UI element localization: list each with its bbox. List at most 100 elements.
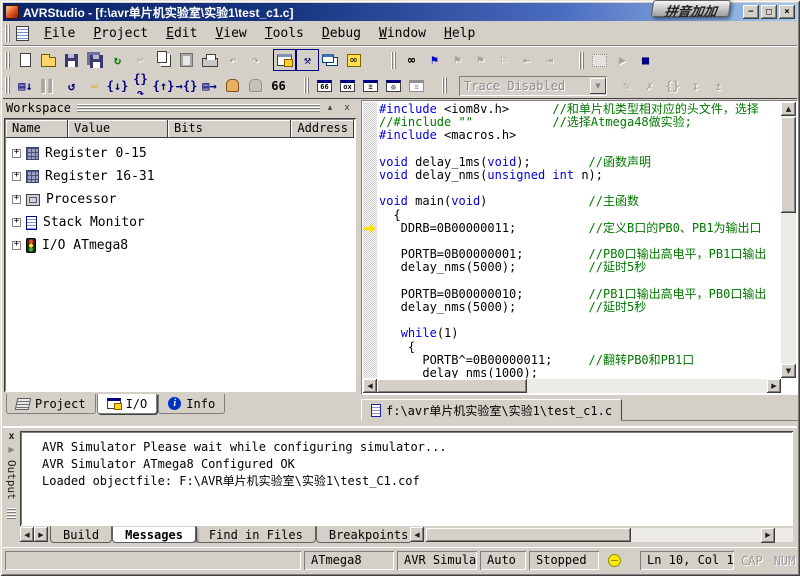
trace-braces-button[interactable]: {} xyxy=(661,75,684,97)
hscroll-thumb[interactable] xyxy=(426,528,631,542)
workspace-toggle-button[interactable] xyxy=(273,49,296,71)
scroll-left-icon[interactable]: ◀ xyxy=(363,379,377,393)
register-window-button[interactable]: ox xyxy=(336,75,359,97)
show-next-statement-button[interactable]: ▤→ xyxy=(198,75,221,97)
restore-button[interactable]: □ xyxy=(761,5,777,19)
scroll-right-icon[interactable]: ▶ xyxy=(767,379,781,393)
tab-scroll-right-icon[interactable]: ▶ xyxy=(34,527,48,542)
output-hscrollbar[interactable]: ▶ xyxy=(426,528,793,542)
stop-button[interactable]: ■ xyxy=(634,49,657,71)
open-file-button[interactable] xyxy=(37,49,60,71)
tree-item-register-16-31[interactable]: Register 16-31 xyxy=(12,165,354,188)
tree-item-register-0-15[interactable]: Register 0-15 xyxy=(12,142,354,165)
step-out-button[interactable]: {↑} xyxy=(152,75,175,97)
menu-help[interactable]: Help xyxy=(435,23,484,44)
menu-project[interactable]: Project xyxy=(84,23,157,44)
column-bits[interactable]: Bits xyxy=(168,120,291,138)
trace-mode-dropdown[interactable]: Trace Disabled ▼ xyxy=(459,76,607,96)
cut-button[interactable]: ✂ xyxy=(129,49,152,71)
redo-button[interactable]: ↷ xyxy=(244,49,267,71)
clear-bookmarks-button[interactable]: ⚐ xyxy=(492,49,515,71)
expand-icon[interactable] xyxy=(12,172,21,181)
cascade-windows-button[interactable] xyxy=(319,49,342,71)
outdent-button[interactable]: ⇤ xyxy=(515,49,538,71)
close-panel-button[interactable]: x xyxy=(340,102,354,115)
undo-button[interactable]: ↶ xyxy=(221,49,244,71)
menu-window[interactable]: Window xyxy=(370,23,435,44)
close-button[interactable]: × xyxy=(779,5,795,19)
step-into-button[interactable]: {↓} xyxy=(106,75,129,97)
watch-window-button[interactable]: 66 xyxy=(313,75,336,97)
save-all-button[interactable] xyxy=(83,49,106,71)
break-button[interactable] xyxy=(221,75,244,97)
expand-icon[interactable] xyxy=(12,149,21,158)
menu-view[interactable]: View xyxy=(206,23,255,44)
tree-item-io-atmega8[interactable]: I/O ATmega8 xyxy=(12,234,354,257)
trace-down-button[interactable]: ↧ xyxy=(684,75,707,97)
toolbar-grip[interactable] xyxy=(5,77,10,94)
break-all-button[interactable] xyxy=(244,75,267,97)
reset-button[interactable]: ↺ xyxy=(60,75,83,97)
paste-button[interactable] xyxy=(175,49,198,71)
column-value[interactable]: Value xyxy=(68,120,168,138)
tree-item-stack-monitor[interactable]: Stack Monitor xyxy=(12,211,354,234)
toolbar-grip[interactable] xyxy=(579,52,584,69)
copy-button[interactable] xyxy=(152,49,175,71)
run-button[interactable]: ▶ xyxy=(611,49,634,71)
close-output-button[interactable]: x xyxy=(5,430,18,443)
tab-info[interactable]: i Info xyxy=(158,394,225,414)
expand-icon[interactable] xyxy=(12,241,21,250)
pause-button[interactable]: ▌▌ xyxy=(37,75,60,97)
scroll-up-icon[interactable]: ▲ xyxy=(781,102,796,116)
code-area[interactable]: #include <iom8v.h> //和单片机类型相对应的头文件，选择//#… xyxy=(379,103,781,378)
indent-button[interactable]: ⇥ xyxy=(538,49,561,71)
menu-tools[interactable]: Tools xyxy=(256,23,313,44)
toolbar-grip[interactable] xyxy=(391,52,396,69)
tab-find-in-files[interactable]: Find in Files xyxy=(196,526,316,543)
quickwatch-button[interactable]: 66 xyxy=(267,75,290,97)
expand-icon[interactable] xyxy=(12,218,21,227)
toolbar-grip[interactable] xyxy=(304,77,309,94)
build-button[interactable]: ⚒ xyxy=(296,49,319,71)
tree-item-processor[interactable]: Processor xyxy=(12,188,354,211)
print-button[interactable] xyxy=(198,49,221,71)
collapse-panel-button[interactable]: ▴ xyxy=(323,102,337,115)
scroll-right-icon[interactable]: ▶ xyxy=(761,528,775,543)
run-to-cursor-button[interactable]: →{} xyxy=(175,75,198,97)
menu-file[interactable]: File xyxy=(35,23,84,44)
disassembler-window-button[interactable]: ◎ xyxy=(382,75,405,97)
menubar-grip[interactable] xyxy=(5,25,10,42)
step-button[interactable]: ⇨ xyxy=(83,75,106,97)
save-button[interactable] xyxy=(60,49,83,71)
editor-hscrollbar[interactable]: ◀ ▶ xyxy=(363,379,781,393)
workspace-grip[interactable] xyxy=(77,104,320,113)
find-button[interactable]: ∞ xyxy=(400,49,423,71)
tab-messages[interactable]: Messages xyxy=(112,526,196,543)
reload-button[interactable]: ↻ xyxy=(106,49,129,71)
new-file-button[interactable] xyxy=(14,49,37,71)
output-window-button[interactable]: ≡ xyxy=(405,75,428,97)
minimize-button[interactable]: − xyxy=(743,5,759,19)
trace-up-button[interactable]: ↥ xyxy=(707,75,730,97)
tab-breakpoints[interactable]: Breakpoints xyxy=(316,526,410,543)
output-grip[interactable] xyxy=(7,508,16,520)
toolbar-grip[interactable] xyxy=(442,77,447,94)
file-tab[interactable]: f:\avr单片机实验室\实验1\test_c1.c xyxy=(361,399,622,421)
editor-vscrollbar[interactable]: ▲ ▼ xyxy=(781,102,796,378)
next-bookmark-button[interactable]: ⚑ xyxy=(446,49,469,71)
toggle-bookmark-button[interactable]: ⚑ xyxy=(423,49,446,71)
find-in-files-button[interactable]: ∞ xyxy=(342,49,365,71)
toolbar-grip[interactable] xyxy=(5,52,10,69)
trace-add-button[interactable]: ✎ xyxy=(615,75,638,97)
trace-window-button[interactable] xyxy=(588,49,611,71)
hscroll-thumb[interactable] xyxy=(377,379,527,393)
expand-icon[interactable] xyxy=(12,195,21,204)
scroll-down-icon[interactable]: ▼ xyxy=(781,364,796,378)
tab-io[interactable]: I/O xyxy=(97,394,158,414)
column-address[interactable]: Address xyxy=(291,120,354,138)
tab-scroll-left-icon[interactable]: ◀ xyxy=(20,527,34,542)
tab-project[interactable]: Project xyxy=(6,394,96,414)
auto-step-button[interactable]: ▤↓ xyxy=(14,75,37,97)
expand-arrow-icon[interactable]: ▶ xyxy=(8,445,14,454)
menu-edit[interactable]: Edit xyxy=(157,23,206,44)
